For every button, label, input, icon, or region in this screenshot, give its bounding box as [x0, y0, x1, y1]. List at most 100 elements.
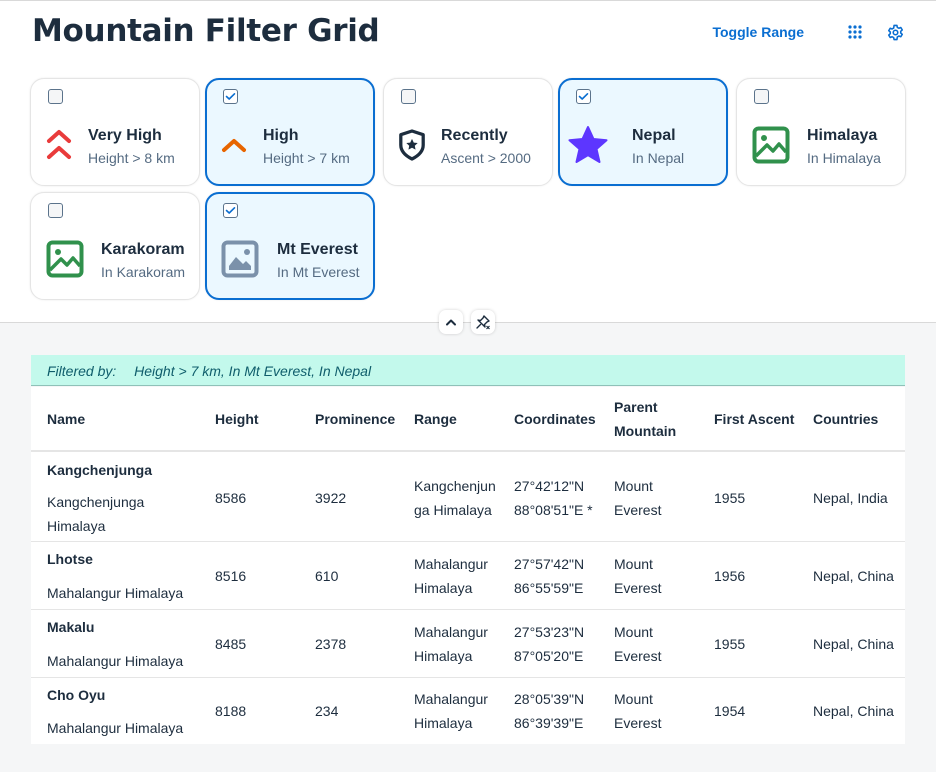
- table-header: Name Height Prominence Range Coordinates…: [31, 387, 905, 452]
- mountain-name: Lhotse: [47, 551, 93, 567]
- parent-mountain-cell: Mount Everest: [614, 478, 662, 518]
- column-header-name[interactable]: Name: [47, 407, 85, 431]
- chevron-up-icon: [220, 127, 248, 163]
- coordinates-lat: 27°57'42"N: [514, 556, 585, 572]
- filter-label: Filtered by:: [47, 363, 117, 379]
- mountains-table: Name Height Prominence Range Coordinates…: [31, 387, 905, 744]
- tile-subtitle: In Nepal: [632, 150, 685, 166]
- collapse-header-button[interactable]: [439, 310, 463, 334]
- grid-icon[interactable]: [844, 21, 866, 43]
- unpin-header-button[interactable]: [471, 310, 495, 334]
- page-title: Mountain Filter Grid: [32, 13, 380, 49]
- shield-star-icon: [398, 127, 426, 163]
- tile-title: Recently: [441, 127, 508, 144]
- image-icon: [751, 126, 791, 164]
- tile-title: Karakoram: [101, 241, 185, 258]
- tile-subtitle: Height > 8 km: [88, 150, 175, 166]
- table-row[interactable]: Cho Oyu Mahalangur Himalaya 8188 234 Mah…: [31, 678, 905, 744]
- column-header-height[interactable]: Height: [215, 407, 259, 431]
- first-ascent-cell: 1954: [714, 703, 746, 719]
- tile-very-high[interactable]: Very High Height > 8 km: [30, 78, 200, 186]
- filter-info-bar: Filtered by: Height > 7 km, In Mt Everes…: [31, 355, 905, 386]
- tile-title: Mt Everest: [277, 241, 358, 258]
- tile-checkbox[interactable]: [48, 89, 63, 104]
- column-header-parent-line1: Parent: [614, 399, 658, 415]
- parent-mountain-cell: Mount Everest: [614, 624, 662, 664]
- tile-title: Nepal: [632, 127, 676, 144]
- mountain-range-subtitle: Mahalangur Himalaya: [47, 720, 184, 736]
- countries-cell: Nepal, India: [813, 490, 888, 506]
- tile-subtitle: In Mt Everest: [277, 264, 360, 280]
- coordinates-lon: 86°55'59"E: [514, 580, 584, 596]
- unpin-icon: [476, 315, 490, 330]
- coordinates-lat: 28°05'39"N: [514, 691, 585, 707]
- tile-checkbox[interactable]: [223, 203, 238, 218]
- tile-checkbox[interactable]: [223, 89, 238, 104]
- prominence-cell: 610: [315, 568, 339, 584]
- star-icon: [566, 126, 610, 163]
- first-ascent-cell: 1955: [714, 636, 746, 652]
- first-ascent-cell: 1955: [714, 490, 746, 506]
- mountain-range-subtitle: Kangchenjunga Himalaya: [47, 494, 145, 534]
- prominence-cell: 234: [315, 703, 339, 719]
- tile-himalaya[interactable]: Himalaya In Himalaya: [736, 78, 906, 186]
- column-header-countries[interactable]: Countries: [813, 407, 878, 431]
- tile-nepal[interactable]: Nepal In Nepal: [558, 78, 728, 186]
- column-header-range[interactable]: Range: [414, 407, 457, 431]
- mountain-name: Kangchenjunga: [47, 462, 153, 478]
- height-cell: 8516: [215, 568, 247, 584]
- check-icon: [225, 207, 236, 214]
- mountain-name: Makalu: [47, 619, 95, 635]
- coordinates-lon: 86°39'39"E: [514, 715, 584, 731]
- filter-value: Height > 7 km, In Mt Everest, In Nepal: [134, 363, 372, 379]
- parent-mountain-cell: Mount Everest: [614, 556, 662, 596]
- coordinates-lon: 88°08'51"E *: [514, 502, 593, 518]
- range-cell: Kangchenjunga Himalaya: [414, 478, 496, 518]
- coordinates-lat: 27°42'12"N: [514, 478, 585, 494]
- tile-checkbox[interactable]: [48, 203, 63, 218]
- tile-subtitle: In Himalaya: [807, 150, 881, 166]
- table-row[interactable]: Lhotse Mahalangur Himalaya 8516 610 Maha…: [31, 542, 905, 610]
- table-row[interactable]: Makalu Mahalangur Himalaya 8485 2378 Mah…: [31, 610, 905, 678]
- header-controls: [439, 310, 495, 334]
- countries-cell: Nepal, China: [813, 703, 894, 719]
- tile-mt-everest[interactable]: Mt Everest In Mt Everest: [205, 192, 375, 300]
- prominence-cell: 2378: [315, 636, 347, 652]
- tile-checkbox[interactable]: [576, 89, 591, 104]
- tile-recently[interactable]: Recently Ascent > 2000: [383, 78, 553, 186]
- chevron-up-icon: [446, 319, 456, 326]
- tile-checkbox[interactable]: [401, 89, 416, 104]
- tile-subtitle: In Karakoram: [101, 264, 186, 280]
- double-chevron-up-icon: [45, 127, 73, 163]
- parent-mountain-cell: Mount Everest: [614, 691, 662, 731]
- toggle-range-button[interactable]: Toggle Range: [712, 24, 804, 40]
- header-panel: Mountain Filter Grid Toggle Range Very H…: [0, 1, 936, 323]
- tile-high[interactable]: High Height > 7 km: [205, 78, 375, 186]
- column-header-coordinates[interactable]: Coordinates: [514, 407, 596, 431]
- column-header-first-ascent[interactable]: First Ascent: [714, 407, 794, 431]
- range-cell: Mahalangur Himalaya: [414, 556, 488, 596]
- column-header-parent-mountain[interactable]: Parent Mountain: [614, 395, 676, 443]
- tile-title: Himalaya: [807, 127, 878, 144]
- gear-icon[interactable]: [884, 21, 906, 43]
- column-header-parent-line2: Mountain: [614, 423, 677, 439]
- tile-checkbox[interactable]: [754, 89, 769, 104]
- coordinates-lon: 87°05'20"E: [514, 648, 584, 664]
- column-header-prominence[interactable]: Prominence: [315, 407, 395, 431]
- table-row[interactable]: Kangchenjunga Kangchenjunga Himalaya 858…: [31, 452, 905, 542]
- range-cell: Mahalangur Himalaya: [414, 691, 488, 731]
- height-cell: 8188: [215, 703, 247, 719]
- countries-cell: Nepal, China: [813, 568, 894, 584]
- tile-title: High: [263, 127, 299, 144]
- first-ascent-cell: 1956: [714, 568, 746, 584]
- countries-cell: Nepal, China: [813, 636, 894, 652]
- coordinates-lat: 27°53'23"N: [514, 624, 585, 640]
- tile-subtitle: Ascent > 2000: [441, 150, 531, 166]
- height-cell: 8485: [215, 636, 247, 652]
- check-icon: [578, 93, 589, 100]
- mountain-name: Cho Oyu: [47, 687, 106, 703]
- mountain-range-subtitle: Mahalangur Himalaya: [47, 585, 184, 601]
- range-cell: Mahalangur Himalaya: [414, 624, 488, 664]
- tile-subtitle: Height > 7 km: [263, 150, 350, 166]
- tile-karakoram[interactable]: Karakoram In Karakoram: [30, 192, 200, 300]
